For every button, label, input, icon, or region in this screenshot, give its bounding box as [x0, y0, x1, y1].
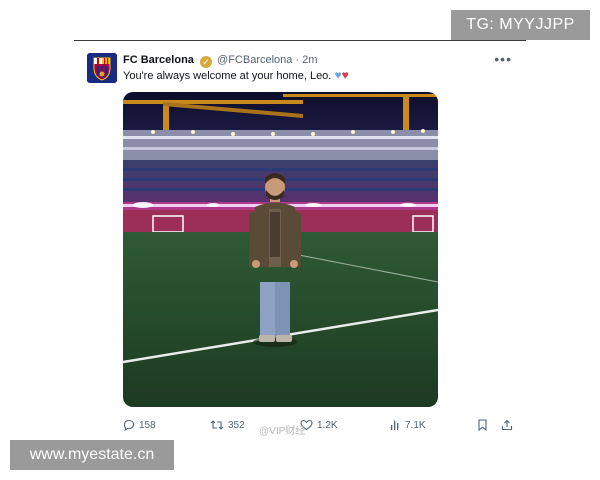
- views-chart-icon: [391, 420, 399, 430]
- telegram-watermark: TG: MYYJJPP: [451, 10, 590, 40]
- fc-barcelona-crest-icon: [87, 53, 117, 83]
- like-button[interactable]: 1.2K: [300, 416, 338, 434]
- more-options-icon[interactable]: •••: [494, 51, 512, 67]
- retweet-button[interactable]: 352: [210, 416, 245, 434]
- reply-button[interactable]: 158: [123, 416, 156, 434]
- tweet-card: FC Barcelona ✓ @FCBarcelona · 2m ••• You…: [74, 40, 526, 441]
- share-icon: [501, 419, 513, 431]
- tweet-header: FC Barcelona ✓ @FCBarcelona · 2m: [123, 53, 318, 68]
- blue-heart-icon: ♥: [334, 68, 342, 82]
- weibo-watermark: @VIP财经: [259, 426, 306, 437]
- like-count: 1.2K: [317, 419, 338, 431]
- verified-badge-icon: ✓: [199, 56, 212, 68]
- retweet-icon: [210, 420, 224, 430]
- view-count: 7.1K: [405, 419, 426, 431]
- tweet-actions: 158 352 1.2K 7.1K: [123, 416, 518, 434]
- reply-count: 158: [139, 419, 156, 431]
- separator-dot: ·: [295, 54, 300, 66]
- bookmark-button[interactable]: [477, 416, 488, 434]
- views-button[interactable]: 7.1K: [389, 416, 426, 434]
- tweet-text: You're always welcome at your home, Leo.…: [123, 68, 349, 84]
- retweet-count: 352: [228, 419, 245, 431]
- share-button[interactable]: [501, 416, 513, 434]
- red-heart-icon: ♥: [341, 68, 349, 82]
- bookmark-icon: [478, 419, 487, 431]
- author-name[interactable]: FC Barcelona: [123, 54, 194, 66]
- author-handle[interactable]: @FCBarcelona: [217, 54, 292, 66]
- tweet-body: You're always welcome at your home, Leo.: [123, 70, 332, 82]
- website-watermark: www.myestate.cn: [10, 440, 174, 470]
- camp-nou-photo-icon: [123, 92, 438, 407]
- reply-icon: [123, 419, 135, 431]
- tweet-timestamp[interactable]: 2m: [302, 54, 317, 66]
- avatar[interactable]: [87, 53, 117, 83]
- tweet-photo[interactable]: [123, 92, 438, 407]
